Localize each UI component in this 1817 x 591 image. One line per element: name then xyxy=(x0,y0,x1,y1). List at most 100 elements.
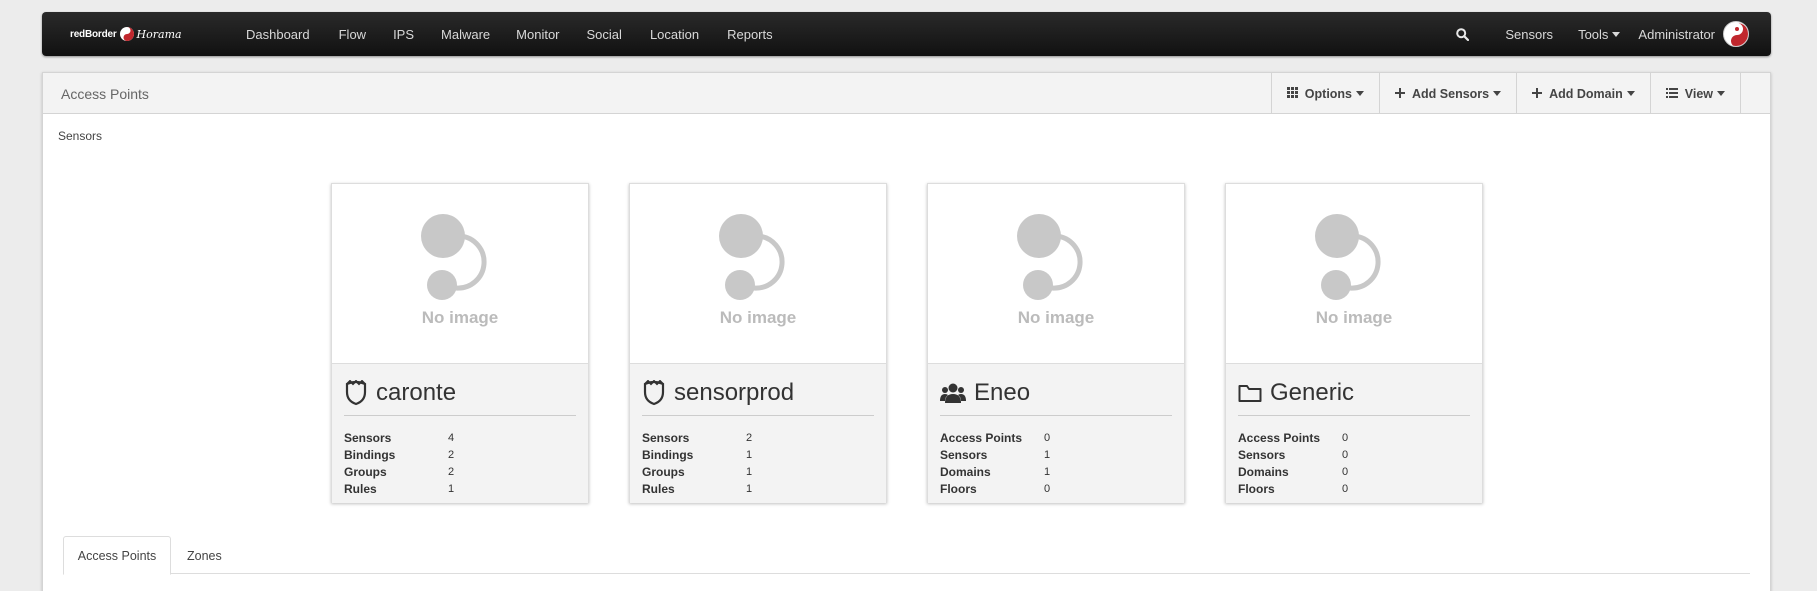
user-menu[interactable]: Administrator xyxy=(1638,21,1771,47)
add-sensors-button[interactable]: Add Sensors xyxy=(1379,73,1516,114)
stat-key: Groups xyxy=(642,465,685,479)
card-image: No image xyxy=(1226,184,1482,364)
shield-icon xyxy=(345,379,367,405)
stat-key: Sensors xyxy=(344,431,392,445)
stat-key: Sensors xyxy=(642,431,690,445)
nav-monitor[interactable]: Monitor xyxy=(516,27,559,42)
card-title[interactable]: Eneo xyxy=(940,376,1172,416)
tab-access-points[interactable]: Access Points xyxy=(63,536,171,575)
view-button[interactable]: View xyxy=(1649,73,1740,114)
card-image: No image xyxy=(928,184,1184,364)
avatar-logo-icon xyxy=(1725,23,1748,46)
no-image-label: No image xyxy=(719,308,797,327)
sensor-card[interactable]: No image sensorprod Sensors 2 Bindings 1 G… xyxy=(629,183,887,503)
breadcrumb[interactable]: Sensors xyxy=(58,129,102,143)
users-icon xyxy=(940,383,966,403)
sensor-card[interactable]: No image caronte Sensors 4 Bindings 2 Grou… xyxy=(331,183,589,503)
card-body: Eneo Access Points 0 Sensors 1 Domains 1 Fl… xyxy=(928,364,1184,503)
access-points-panel: Access Points Options Add Sensors Add Do… xyxy=(42,72,1771,591)
card-name: Generic xyxy=(1270,378,1355,406)
stat-key: Domains xyxy=(1238,465,1289,479)
card-body: Generic Access Points 0 Sensors 0 Domains 0… xyxy=(1226,364,1482,503)
stat-row: Groups 2 xyxy=(344,464,576,481)
stat-value: 4 xyxy=(448,432,455,444)
add-domain-label: Add Domain xyxy=(1549,86,1623,101)
stat-key: Groups xyxy=(344,465,387,479)
options-label: Options xyxy=(1304,86,1353,101)
card-title[interactable]: Generic xyxy=(1238,376,1470,416)
card-name: Eneo xyxy=(974,378,1031,406)
stat-row: Rules 1 xyxy=(344,481,576,498)
view-label: View xyxy=(1684,86,1713,101)
stat-key: Bindings xyxy=(642,448,694,462)
no-image-icon xyxy=(719,214,785,300)
nav-sensors[interactable]: Sensors xyxy=(1505,27,1553,42)
brand-logo[interactable]: redBorder Horama xyxy=(70,22,182,46)
stat-key: Floors xyxy=(1238,482,1275,496)
list-icon xyxy=(1665,87,1678,101)
brand-sub: Horama xyxy=(136,27,182,41)
grid-icon xyxy=(1286,86,1298,101)
stat-value: 0 xyxy=(1342,483,1349,495)
add-sensors-label: Add Sensors xyxy=(1412,86,1490,101)
tools-dropdown[interactable]: Tools xyxy=(1578,27,1621,42)
nav-ips[interactable]: IPS xyxy=(393,27,414,42)
stat-row: Rules 1 xyxy=(642,481,874,498)
domain-card[interactable]: No image Eneo Access Points 0 Sensors 1 Do… xyxy=(927,183,1185,503)
tab-zones[interactable]: Zones xyxy=(171,536,238,575)
card-body: sensorprod Sensors 2 Bindings 1 Groups 1 Ru… xyxy=(630,364,886,503)
folder-icon xyxy=(1238,384,1262,402)
stat-value: 1 xyxy=(746,483,753,495)
search-icon[interactable] xyxy=(1456,27,1470,41)
stat-value: 0 xyxy=(1044,483,1051,495)
no-image-icon xyxy=(421,214,487,300)
stat-key: Rules xyxy=(344,482,377,496)
stat-row: Sensors 2 xyxy=(642,430,874,447)
stat-value: 0 xyxy=(1342,432,1349,444)
stat-value: 0 xyxy=(1342,449,1349,461)
no-image-label: No image xyxy=(1315,308,1393,327)
stat-row: Bindings 2 xyxy=(344,447,576,464)
stat-key: Access Points xyxy=(940,431,1023,445)
card-image: No image xyxy=(630,184,886,364)
domain-card[interactable]: No image Generic Access Points 0 Sensors 0… xyxy=(1225,183,1483,503)
no-image-icon xyxy=(1017,214,1083,300)
shield-icon xyxy=(643,379,665,405)
chevron-down-icon xyxy=(1612,31,1621,37)
nav-dashboard[interactable]: Dashboard xyxy=(246,27,310,42)
stat-row: Access Points 0 xyxy=(940,430,1172,447)
stat-row: Sensors 0 xyxy=(1238,447,1470,464)
stat-value: 2 xyxy=(448,449,455,461)
stat-row: Domains 1 xyxy=(940,464,1172,481)
panel-toolbar: Options Add Sensors Add Domain View xyxy=(1270,73,1770,114)
nav-flow[interactable]: Flow xyxy=(339,27,366,42)
stat-row: Floors 0 xyxy=(940,481,1172,498)
nav-location[interactable]: Location xyxy=(650,27,699,42)
stat-value: 2 xyxy=(746,432,753,444)
redborder-logo-icon xyxy=(119,27,134,41)
add-domain-button[interactable]: Add Domain xyxy=(1516,73,1650,114)
stat-value: 1 xyxy=(448,483,455,495)
stat-key: Rules xyxy=(642,482,675,496)
stat-row: Groups 1 xyxy=(642,464,874,481)
card-body: caronte Sensors 4 Bindings 2 Groups 2 Rules… xyxy=(332,364,588,503)
card-name: sensorprod xyxy=(674,378,795,406)
stat-row: Bindings 1 xyxy=(642,447,874,464)
stat-key: Sensors xyxy=(1238,448,1286,462)
nav-social[interactable]: Social xyxy=(587,27,622,42)
stat-key: Access Points xyxy=(1238,431,1321,445)
plus-icon xyxy=(1532,87,1543,101)
tab-bar: Access Points Zones xyxy=(63,536,1750,575)
options-button[interactable]: Options xyxy=(1270,73,1379,114)
stat-row: Access Points 0 xyxy=(1238,430,1470,447)
stat-row: Domains 0 xyxy=(1238,464,1470,481)
stat-value: 1 xyxy=(746,449,753,461)
nav-reports[interactable]: Reports xyxy=(727,27,773,42)
nav-right: Sensors Tools Administrator xyxy=(1456,12,1771,56)
stat-key: Bindings xyxy=(344,448,396,462)
card-title[interactable]: caronte xyxy=(344,376,576,416)
card-title[interactable]: sensorprod xyxy=(642,376,874,416)
brand-name: redBorder xyxy=(70,28,117,40)
toolbar-end xyxy=(1740,73,1770,114)
nav-malware[interactable]: Malware xyxy=(441,27,490,42)
